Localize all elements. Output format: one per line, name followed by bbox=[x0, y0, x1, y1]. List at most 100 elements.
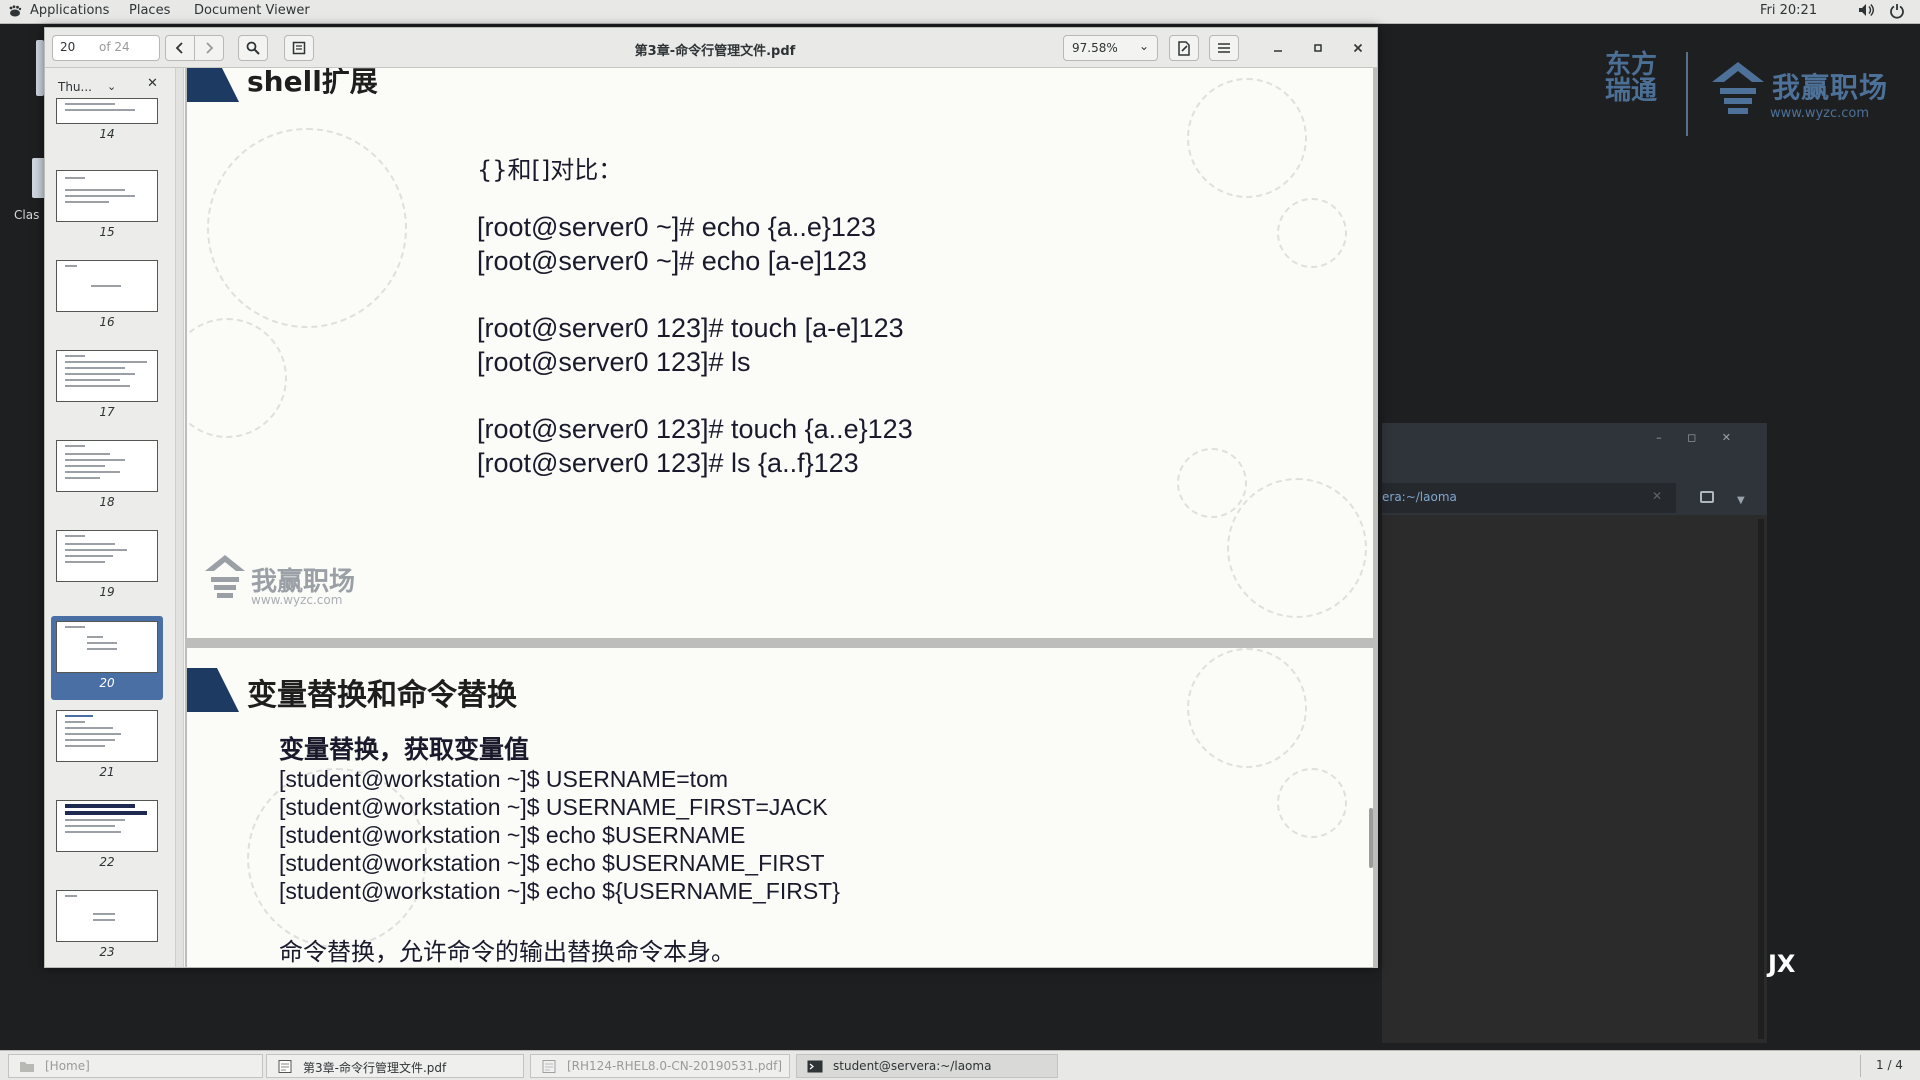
sidebar-close-icon[interactable]: ✕ bbox=[147, 76, 158, 91]
terminal-maximize-icon[interactable]: ◻ bbox=[1687, 431, 1696, 444]
terminal-scrollbar[interactable] bbox=[1758, 519, 1764, 1039]
thumbnail-page-number: 20 bbox=[99, 676, 115, 690]
taskbar-item-pdf-current[interactable]: 第3章-命令行管理文件.pdf bbox=[266, 1054, 524, 1078]
annotations-button[interactable] bbox=[1169, 35, 1199, 61]
thumbnail-page[interactable]: 17 bbox=[56, 350, 158, 419]
thumbnail-page-number: 21 bbox=[99, 765, 115, 779]
close-button[interactable] bbox=[1347, 35, 1369, 61]
sidebar-toggle-button[interactable] bbox=[284, 35, 314, 61]
clock[interactable]: Fri 20:21 bbox=[1760, 3, 1817, 18]
wyzc-url-text: www.wyzc.com bbox=[1770, 106, 1870, 121]
code-line: [root@server0 ~]# echo [a-e]123 bbox=[477, 246, 867, 276]
document-scrollbar[interactable] bbox=[1369, 808, 1373, 868]
thumbnail-page-number: 19 bbox=[99, 585, 115, 599]
thumbnail-page[interactable]: 16 bbox=[56, 260, 158, 329]
previous-page-button[interactable] bbox=[165, 35, 195, 61]
thumbnail-page[interactable]: 19 bbox=[56, 530, 158, 599]
heading-triangle-icon bbox=[187, 668, 239, 712]
applications-menu[interactable]: Applications bbox=[30, 3, 109, 18]
thumbnail-image bbox=[56, 260, 158, 312]
terminal-tab[interactable]: era:~/laoma bbox=[1382, 483, 1676, 513]
window-list-taskbar: [Home] 第3章-命令行管理文件.pdf [RH124-RHEL8.0-CN… bbox=[0, 1050, 1920, 1080]
search-icon bbox=[246, 41, 260, 55]
terminal-minimize-icon[interactable]: – bbox=[1656, 431, 1662, 444]
code-line: [student@workstation ~]$ echo $USERNAME bbox=[279, 822, 746, 848]
decorative-flower bbox=[187, 318, 287, 438]
decorative-flower bbox=[1187, 648, 1307, 768]
thumbnail-page[interactable]: 18 bbox=[56, 440, 158, 509]
next-page-button[interactable] bbox=[194, 35, 224, 61]
thumbnail-page[interactable]: 14 bbox=[56, 98, 158, 141]
workspace-indicator[interactable]: 1 / 4 bbox=[1876, 1058, 1903, 1072]
app-menu-document-viewer[interactable]: Document Viewer bbox=[194, 3, 310, 18]
decorative-flower bbox=[1227, 478, 1367, 618]
sidebar-scrollbar[interactable] bbox=[176, 68, 184, 967]
taskbar-item-label: [RH124-RHEL8.0-CN-20190531.pdf] bbox=[567, 1059, 783, 1073]
slide-logo-url: www.wyzc.com bbox=[251, 593, 343, 607]
hamburger-menu-button[interactable] bbox=[1209, 35, 1239, 61]
document-annotate-icon bbox=[1178, 40, 1190, 56]
places-menu[interactable]: Places bbox=[129, 3, 170, 18]
search-button[interactable] bbox=[238, 35, 268, 61]
decorative-flower bbox=[1277, 768, 1347, 838]
current-page-number[interactable]: 20 bbox=[60, 40, 75, 54]
code-line: [student@workstation ~]$ USERNAME_FIRST=… bbox=[279, 794, 828, 820]
decorative-flower bbox=[1277, 198, 1347, 268]
pdf-page-19: shell扩展 {}和[]对比： [root@server0 ~]# echo … bbox=[187, 68, 1373, 638]
wyzc-logo: 我赢职场 www.wyzc.com bbox=[1708, 58, 1888, 128]
thumbnail-page-selected[interactable]: 20 bbox=[51, 616, 163, 700]
code-line: [root@server0 123]# touch {a..e}123 bbox=[477, 414, 913, 444]
thumbnail-page-number: 18 bbox=[99, 495, 115, 509]
terminal-icon bbox=[807, 1060, 823, 1073]
document-view[interactable]: shell扩展 {}和[]对比： [root@server0 ~]# echo … bbox=[185, 68, 1377, 967]
thumbnail-image bbox=[56, 710, 158, 762]
sidebar-icon bbox=[292, 41, 306, 55]
thumbnail-image bbox=[56, 350, 158, 402]
code-line: [root@server0 ~]# echo {a..e}123 bbox=[477, 212, 876, 242]
terminal-window[interactable]: – ◻ ✕ era:~/laoma ✕ ▼ bbox=[1382, 423, 1767, 1043]
thumbnail-image bbox=[56, 800, 158, 852]
thumbnail-page-number: 17 bbox=[99, 405, 115, 419]
terminal-tab-close-icon[interactable]: ✕ bbox=[1652, 489, 1662, 503]
minimize-icon bbox=[1274, 50, 1282, 52]
page-number-entry[interactable]: 20 of 24 bbox=[52, 35, 160, 61]
close-icon bbox=[1353, 43, 1363, 53]
terminal-menu-chevron-icon[interactable]: ▼ bbox=[1737, 495, 1745, 506]
sidebar-mode-select[interactable]: Thu... ⌄ bbox=[51, 76, 127, 100]
minimize-button[interactable] bbox=[1267, 35, 1289, 61]
taskbar-item-terminal[interactable]: student@servera:~/laoma bbox=[796, 1054, 1058, 1078]
slide-logo: 我赢职场 www.wyzc.com bbox=[203, 553, 383, 613]
logo-divider bbox=[1686, 52, 1688, 136]
heading-triangle-icon bbox=[187, 68, 239, 102]
pdf-document-icon bbox=[542, 1060, 556, 1073]
subheading: 变量替换，获取变量值 bbox=[279, 735, 530, 764]
power-icon[interactable] bbox=[1889, 3, 1905, 19]
thumbnail-page-number: 23 bbox=[99, 945, 115, 959]
thumbnail-page[interactable]: 21 bbox=[56, 710, 158, 779]
thumbnail-sidebar: Thu... ⌄ ✕ 14 15 16 17 18 19 20 21 22 23 bbox=[45, 68, 176, 967]
taskbar-item-pdf-minimized[interactable]: [RH124-RHEL8.0-CN-20190531.pdf] bbox=[530, 1054, 790, 1078]
terminal-header: – ◻ ✕ era:~/laoma ✕ ▼ bbox=[1382, 423, 1767, 515]
taskbar-item-home[interactable]: [Home] bbox=[8, 1054, 263, 1078]
zoom-select[interactable]: 97.58% ⌄ bbox=[1063, 35, 1158, 61]
thumbnail-page[interactable]: 15 bbox=[56, 170, 158, 239]
thumbnail-page[interactable]: 22 bbox=[56, 800, 158, 869]
terminal-close-icon[interactable]: ✕ bbox=[1722, 431, 1731, 444]
desktop-icon-label[interactable]: Clas bbox=[14, 208, 39, 222]
sidebar-mode-label: Thu... bbox=[58, 80, 92, 94]
thumbnail-image bbox=[56, 530, 158, 582]
decorative-flower bbox=[1187, 78, 1307, 198]
thumbnail-image bbox=[56, 890, 158, 942]
document-viewer-window: 20 of 24 第3章-命令行管理文件.pdf 97.58% ⌄ Thu...… bbox=[44, 27, 1378, 968]
folder-icon bbox=[20, 1062, 34, 1072]
thumbnail-page-number: 14 bbox=[99, 127, 115, 141]
slide-heading: shell扩展 bbox=[247, 68, 378, 98]
thumbnail-page[interactable]: 23 bbox=[56, 890, 158, 959]
volume-icon[interactable] bbox=[1858, 3, 1874, 17]
maximize-button[interactable] bbox=[1307, 35, 1329, 61]
thumbnail-image bbox=[56, 98, 158, 124]
thumbnail-page-number: 16 bbox=[99, 315, 115, 329]
desktop-file-icon[interactable] bbox=[36, 40, 44, 96]
footer-line: 命令替换，允许命令的输出替换命令本身。 bbox=[279, 938, 735, 966]
terminal-new-tab-icon[interactable] bbox=[1700, 491, 1714, 503]
